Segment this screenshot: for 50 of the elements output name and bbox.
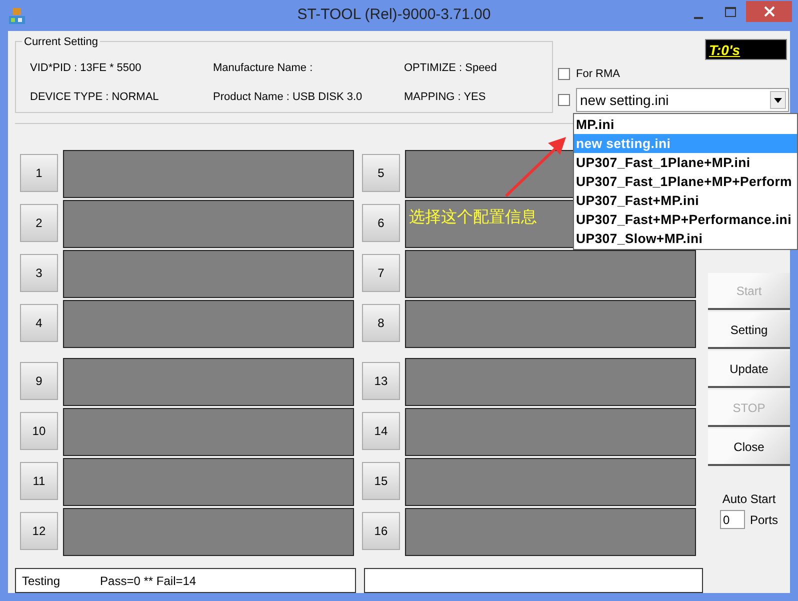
setting-text: OPTIMIZE : Speed	[404, 61, 498, 76]
port-button[interactable]: 9	[20, 362, 58, 400]
maximize-icon	[724, 6, 736, 16]
port-button[interactable]: 4	[20, 304, 58, 342]
minimize-icon	[694, 16, 702, 18]
dropdown-item[interactable]: UP307_Fast_1Plane+MP.ini	[574, 153, 797, 172]
setting-text: DEVICE TYPE : NORMAL	[30, 90, 160, 104]
action-button[interactable]: Setting	[708, 312, 790, 349]
close-icon	[764, 6, 774, 17]
config-dropdown[interactable]: new setting.ini	[576, 88, 789, 112]
port-button[interactable]: 7	[362, 254, 400, 292]
checkbox[interactable]	[558, 68, 570, 80]
port-button[interactable]: 8	[362, 304, 400, 342]
dropdown-item[interactable]: UP307_Fast_1Plane+MP+Perform	[574, 172, 797, 191]
dropdown-item[interactable]: UP307_Fast+MP.ini	[574, 191, 797, 210]
port-button[interactable]: 12	[20, 512, 58, 550]
app-icon	[8, 6, 26, 24]
port-button[interactable]: 13	[362, 362, 400, 400]
setting-text: Product Name : USB DISK 3.0	[213, 90, 364, 104]
setting-text: MAPPING : YES	[404, 90, 487, 104]
port-button[interactable]: 14	[362, 412, 400, 450]
action-button[interactable]: Close	[708, 429, 790, 466]
status-text: Testing	[22, 572, 60, 590]
auto-start-label: Auto Start	[722, 491, 776, 508]
dropdown-item[interactable]: UP307_Fast+MP+Performance.ini	[574, 210, 797, 229]
port-button[interactable]: 11	[20, 462, 58, 500]
port-button[interactable]: 3	[20, 254, 58, 292]
port-button[interactable]: 1	[20, 154, 58, 192]
checkbox-label: For RMA	[576, 66, 620, 82]
dropdown-item[interactable]: MP.ini	[574, 115, 797, 134]
timer-display: T:0's	[705, 39, 787, 60]
close-button[interactable]	[746, 1, 792, 22]
port-button[interactable]: 2	[20, 204, 58, 242]
port-button[interactable]: 16	[362, 512, 400, 550]
group-title: Current Setting	[22, 34, 100, 50]
ports-input[interactable]: 0	[720, 510, 745, 529]
dropdown-arrow-icon	[774, 98, 782, 103]
port-button[interactable]: 15	[362, 462, 400, 500]
port-button[interactable]: 6	[362, 204, 400, 242]
annotation-text: 选择这个配置信息	[409, 208, 537, 228]
port-button[interactable]: 5	[362, 154, 400, 192]
action-button[interactable]: Update	[708, 351, 790, 388]
port-button[interactable]: 10	[20, 412, 58, 450]
dropdown-item[interactable]: UP307_Slow+MP.ini	[574, 229, 797, 248]
setting-text: Manufacture Name :	[213, 61, 314, 76]
ports-label: Ports	[750, 512, 778, 528]
checkbox[interactable]	[558, 94, 570, 106]
setting-text: VID*PID : 13FE * 5500	[30, 61, 142, 76]
status-text: Pass=0 ** Fail=14	[100, 572, 196, 590]
window-title: ST-TOOL (Rel)-9000-3.71.00	[296, 5, 492, 26]
